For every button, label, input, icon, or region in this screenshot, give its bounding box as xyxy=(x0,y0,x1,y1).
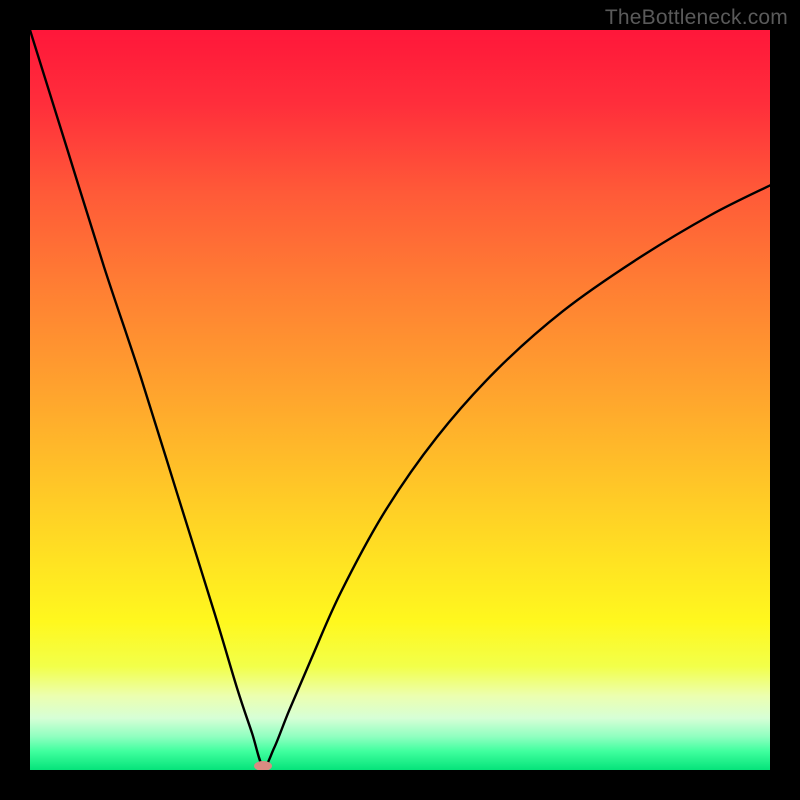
plot-area xyxy=(30,30,770,770)
bottleneck-curve xyxy=(30,30,770,770)
watermark-text: TheBottleneck.com xyxy=(605,6,788,30)
chart-frame: TheBottleneck.com xyxy=(0,0,800,800)
minimum-marker-icon xyxy=(254,761,272,770)
